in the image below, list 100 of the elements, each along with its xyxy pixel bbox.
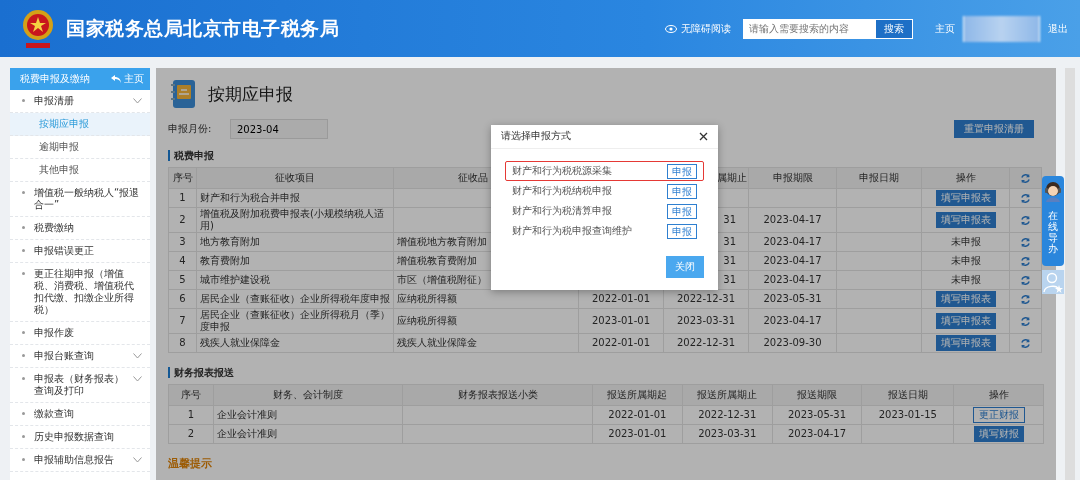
- table-cell: 增值税及附加税费申报表(小规模纳税人适用): [196, 207, 394, 233]
- sidebar-title: 税费申报及缴纳: [20, 72, 90, 86]
- search-button[interactable]: 搜索: [875, 18, 913, 39]
- chevron-down-icon: [133, 353, 142, 359]
- column-header: 报送日期: [861, 384, 954, 406]
- home-link[interactable]: 主页: [111, 72, 144, 86]
- table-cell: 2023-03-31: [682, 424, 773, 444]
- option-label: 财产和行为税清算申报: [512, 204, 612, 218]
- sidebar-subitem[interactable]: 按期应申报: [10, 113, 150, 136]
- fill-form-button[interactable]: 填写申报表: [935, 313, 996, 329]
- table-cell: 1: [168, 405, 214, 425]
- bullet-icon: [22, 226, 25, 229]
- option-row[interactable]: 财产和行为税税源采集 申报: [505, 161, 704, 181]
- declare-button[interactable]: 申报: [667, 203, 697, 219]
- table-cell: 居民企业（查账征收）企业所得税年度申报: [196, 289, 394, 309]
- sidebar-subitem[interactable]: 逾期申报: [10, 136, 150, 159]
- table-cell: 城市维护建设税: [196, 270, 394, 290]
- bullet-icon: [22, 377, 25, 380]
- sidebar-item[interactable]: 缴款查询: [10, 403, 150, 426]
- column-header: 财务、会计制度: [213, 384, 403, 406]
- table-cell: 6: [168, 289, 197, 309]
- column-header: 财务报表报送小类: [402, 384, 593, 406]
- column-header: 征收项目: [196, 167, 394, 189]
- status-text: 未申报: [950, 255, 981, 266]
- fill-form-button[interactable]: 填写申报表: [935, 335, 996, 351]
- column-header: 申报日期: [836, 167, 922, 189]
- declare-button[interactable]: 申报: [667, 163, 697, 179]
- sidebar-item[interactable]: 申报辅助信息报告: [10, 449, 150, 472]
- bullet-icon: [22, 412, 25, 415]
- close-button[interactable]: 关闭: [666, 256, 704, 278]
- table-cell: 2023-01-15: [861, 405, 954, 425]
- table-cell: 2023-04-17: [748, 308, 837, 334]
- table-cell: 财产和行为税合并申报: [196, 188, 394, 208]
- refresh-icon[interactable]: [1020, 192, 1031, 204]
- table-cell: 2023-01-01: [592, 424, 683, 444]
- table-cell: 4: [168, 251, 197, 271]
- month-field[interactable]: 2023-04: [230, 119, 328, 139]
- column-header: 报送所属期起: [592, 384, 683, 406]
- accessibility-link[interactable]: 无障碍阅读: [665, 21, 731, 36]
- refresh-icon[interactable]: [1020, 236, 1031, 248]
- eye-icon: [665, 24, 677, 33]
- refresh-icon[interactable]: [1020, 214, 1031, 226]
- sidebar-item[interactable]: 历史申报数据查询: [10, 426, 150, 449]
- sidebar-item[interactable]: 更正往期申报（增值税、消费税、增值税代扣代缴、扣缴企业所得税）: [10, 263, 150, 322]
- chevron-down-icon: [133, 376, 142, 382]
- logout-link[interactable]: 退出: [1048, 21, 1068, 36]
- dialog-title: 请选择申报方式: [501, 130, 571, 143]
- table-cell: 2023-05-31: [748, 289, 837, 309]
- agent-icon: [1042, 180, 1064, 202]
- fill-form-button[interactable]: 填写申报表: [935, 190, 996, 206]
- report-button[interactable]: 更正财报: [972, 407, 1025, 423]
- report-button[interactable]: 填写财报: [973, 426, 1024, 442]
- bullet-icon: [22, 272, 25, 275]
- page-title: 按期应申报: [208, 82, 293, 106]
- declare-button[interactable]: 申报: [667, 183, 697, 199]
- refresh-icon[interactable]: [1020, 293, 1031, 305]
- bullet-icon: [22, 99, 25, 102]
- table-cell: 2: [168, 424, 214, 444]
- tips-heading: 温馨提示: [168, 456, 213, 471]
- scrollbar[interactable]: [1065, 68, 1075, 480]
- bullet-icon: [22, 331, 25, 334]
- table-cell: 2023-04-17: [772, 424, 862, 444]
- column-header: 操作: [921, 167, 1010, 189]
- close-icon[interactable]: [699, 132, 708, 141]
- site-title: 国家税务总局北京市电子税务局: [66, 15, 339, 41]
- sidebar-item[interactable]: 申报错误更正: [10, 240, 150, 263]
- table-cell: 2022-01-01: [578, 333, 664, 353]
- fill-form-button[interactable]: 填写申报表: [935, 212, 996, 228]
- refresh-icon[interactable]: [1020, 255, 1031, 267]
- sidebar-item[interactable]: 申报台账查询: [10, 345, 150, 368]
- chevron-down-icon: [133, 457, 142, 463]
- refresh-icon[interactable]: [1020, 315, 1031, 327]
- reset-button[interactable]: 重置申报清册: [954, 120, 1034, 138]
- bullet-icon: [22, 249, 25, 252]
- table-cell: 地方教育附加: [196, 232, 394, 252]
- home-link[interactable]: 主页: [935, 21, 955, 36]
- column-header: 申报期限: [748, 167, 837, 189]
- declare-button[interactable]: 申报: [667, 223, 697, 239]
- table-cell: 2022-12-31: [682, 405, 773, 425]
- table-cell: 教育费附加: [196, 251, 394, 271]
- sidebar-subitem[interactable]: 其他申报: [10, 159, 150, 182]
- table-cell: 2022-01-01: [592, 405, 683, 425]
- sidebar-item[interactable]: 税费缴纳: [10, 217, 150, 240]
- bullet-icon: [22, 354, 25, 357]
- fill-form-button[interactable]: 填写申报表: [935, 291, 996, 307]
- refresh-icon[interactable]: [1020, 337, 1031, 349]
- sidebar-item[interactable]: 申报表（财务报表）查询及打印: [10, 368, 150, 403]
- search-field[interactable]: 请输入需要搜索的内容: [743, 18, 875, 39]
- online-guide-tab[interactable]: 在线导办: [1042, 176, 1064, 266]
- sidebar-item[interactable]: 增值税一般纳税人“报退合一”: [10, 182, 150, 217]
- table-cell: 2023-04-17: [748, 232, 837, 252]
- refresh-icon[interactable]: [1020, 172, 1031, 184]
- table-cell: 2: [168, 207, 197, 233]
- bullet-icon: [22, 191, 25, 194]
- column-header: 操作: [953, 384, 1044, 406]
- table-cell: 2023-04-17: [748, 251, 837, 271]
- sidebar-item[interactable]: 申报作废: [10, 322, 150, 345]
- table-cell: 残疾人就业保障金: [393, 333, 579, 353]
- table-cell: 7: [168, 308, 197, 334]
- refresh-icon[interactable]: [1020, 274, 1031, 286]
